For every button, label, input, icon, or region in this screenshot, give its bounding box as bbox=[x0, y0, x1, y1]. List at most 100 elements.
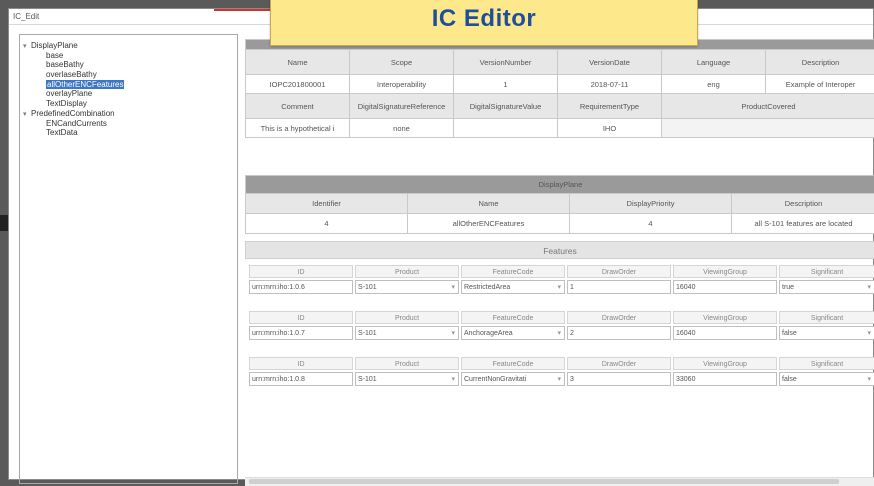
column-header: Name bbox=[408, 194, 570, 214]
feature-featureCode-select[interactable]: CurrentNonGravitati bbox=[461, 372, 565, 386]
field-value[interactable]: Interoperability bbox=[350, 75, 454, 94]
column-header: Scope bbox=[350, 50, 454, 75]
field-value[interactable]: IOPC201800001 bbox=[246, 75, 350, 94]
field-value[interactable] bbox=[662, 119, 874, 138]
tree-item[interactable]: overlaseBathy bbox=[20, 70, 237, 80]
feature-field-label: DrawOrder bbox=[567, 265, 671, 278]
feature-field-label: Significant bbox=[779, 265, 874, 278]
tree-item-label: ENCandCurrents bbox=[46, 119, 107, 128]
column-header: DisplayPriority bbox=[570, 194, 732, 214]
column-header: ProductCovered bbox=[662, 94, 874, 119]
field-value[interactable]: Example of Interoper bbox=[766, 75, 874, 94]
tree-item-label: base bbox=[46, 51, 63, 60]
column-header: VersionDate bbox=[558, 50, 662, 75]
field-value[interactable]: eng bbox=[662, 75, 766, 94]
column-header: Name bbox=[246, 50, 350, 75]
feature-field-label: ID bbox=[249, 311, 353, 324]
field-value[interactable]: IHO bbox=[558, 119, 662, 138]
feature-field-label: Product bbox=[355, 265, 459, 278]
feature-drawOrder-input[interactable]: 1 bbox=[567, 280, 671, 294]
tree-item[interactable]: overlayPlane bbox=[20, 89, 237, 99]
column-header: RequirementType bbox=[558, 94, 662, 119]
horizontal-scrollbar[interactable] bbox=[245, 477, 874, 486]
tree-item-label: baseBathy bbox=[46, 60, 84, 69]
feature-field-label: ID bbox=[249, 265, 353, 278]
field-value[interactable]: 4 bbox=[246, 214, 408, 234]
field-value[interactable]: 1 bbox=[454, 75, 558, 94]
feature-row: ID urn:mrn:iho:1.0.8Product S-101FeatureCo… bbox=[249, 357, 874, 395]
tree-item-label: PredefinedCombination bbox=[31, 109, 115, 118]
tree-item[interactable]: ENCandCurrents bbox=[20, 119, 237, 129]
feature-row: ID urn:mrn:iho:1.0.7Product S-101FeatureCo… bbox=[249, 311, 874, 349]
feature-field-label: DrawOrder bbox=[567, 311, 671, 324]
column-header: Description bbox=[732, 194, 874, 214]
tree-item[interactable]: ▾DisplayPlane bbox=[20, 41, 237, 51]
feature-row: ID urn:mrn:iho:1.0.6Product S-101FeatureCo… bbox=[249, 265, 874, 303]
feature-id-input[interactable]: urn:mrn:iho:1.0.8 bbox=[249, 372, 353, 386]
feature-product-select[interactable]: S-101 bbox=[355, 280, 459, 294]
feature-significant-select[interactable]: true bbox=[779, 280, 874, 294]
tree-item-label: overlayPlane bbox=[46, 89, 92, 98]
column-header: DigitalSignatureValue bbox=[454, 94, 558, 119]
feature-field-label: Product bbox=[355, 311, 459, 324]
feature-product-select[interactable]: S-101 bbox=[355, 326, 459, 340]
feature-featureCode-select[interactable]: AnchorageArea bbox=[461, 326, 565, 340]
field-value[interactable]: 2018-07-11 bbox=[558, 75, 662, 94]
tree-item[interactable]: ▾PredefinedCombination bbox=[20, 109, 237, 119]
tree-item-label: overlaseBathy bbox=[46, 70, 97, 79]
field-value[interactable] bbox=[454, 119, 558, 138]
tree-item[interactable]: TextData bbox=[20, 128, 237, 138]
tree-item-label: DisplayPlane bbox=[31, 41, 78, 50]
tree-item[interactable]: allOtherENCFeatures bbox=[20, 80, 237, 90]
background-strip bbox=[0, 215, 8, 231]
feature-field-label: FeatureCode bbox=[461, 265, 565, 278]
feature-field-label: ViewingGroup bbox=[673, 265, 777, 278]
feature-significant-select[interactable]: false bbox=[779, 372, 874, 386]
field-value[interactable]: This is a hypothetical i bbox=[246, 119, 350, 138]
column-header: Description bbox=[766, 50, 874, 75]
field-value[interactable]: none bbox=[350, 119, 454, 138]
feature-significant-select[interactable]: false bbox=[779, 326, 874, 340]
feature-field-label: ID bbox=[249, 357, 353, 370]
tree-item-label: allOtherENCFeatures bbox=[46, 80, 124, 89]
feature-drawOrder-input[interactable]: 3 bbox=[567, 372, 671, 386]
feature-field-label: Product bbox=[355, 357, 459, 370]
displayplane-title: DisplayPlane bbox=[246, 176, 874, 194]
displayplane-table: DisplayPlane IdentifierNameDisplayPriori… bbox=[245, 175, 874, 234]
column-header: Comment bbox=[246, 94, 350, 119]
header-table: NameScopeVersionNumberVersionDateLanguag… bbox=[245, 39, 874, 138]
feature-field-label: ViewingGroup bbox=[673, 311, 777, 324]
feature-viewingGroup-input[interactable]: 33060 bbox=[673, 372, 777, 386]
field-value[interactable]: 4 bbox=[570, 214, 732, 234]
feature-field-label: FeatureCode bbox=[461, 311, 565, 324]
tree-item[interactable]: base bbox=[20, 51, 237, 61]
feature-id-input[interactable]: urn:mrn:iho:1.0.6 bbox=[249, 280, 353, 294]
features-title: Features bbox=[245, 241, 874, 259]
feature-viewingGroup-input[interactable]: 16040 bbox=[673, 280, 777, 294]
feature-product-select[interactable]: S-101 bbox=[355, 372, 459, 386]
feature-field-label: DrawOrder bbox=[567, 357, 671, 370]
expand-arrow-icon[interactable]: ▾ bbox=[23, 42, 31, 52]
feature-featureCode-select[interactable]: RestrictedArea bbox=[461, 280, 565, 294]
column-header: VersionNumber bbox=[454, 50, 558, 75]
expand-arrow-icon[interactable]: ▾ bbox=[23, 110, 31, 120]
feature-drawOrder-input[interactable]: 2 bbox=[567, 326, 671, 340]
background-accent bbox=[214, 9, 274, 11]
field-value[interactable]: allOtherENCFeatures bbox=[408, 214, 570, 234]
app-window: IC_Edit ▾DisplayPlanebasebaseBathyoverla… bbox=[8, 8, 874, 480]
feature-id-input[interactable]: urn:mrn:iho:1.0.7 bbox=[249, 326, 353, 340]
column-header: Identifier bbox=[246, 194, 408, 214]
field-value[interactable]: all S-101 features are located bbox=[732, 214, 874, 234]
column-header: DigitalSignatureReference bbox=[350, 94, 454, 119]
tree-item[interactable]: baseBathy bbox=[20, 60, 237, 70]
feature-viewingGroup-input[interactable]: 16040 bbox=[673, 326, 777, 340]
tree-item-label: TextDisplay bbox=[46, 99, 87, 108]
column-header: Language bbox=[662, 50, 766, 75]
detail-panel: NameScopeVersionNumberVersionDateLanguag… bbox=[245, 39, 874, 486]
structure-tree[interactable]: ▾DisplayPlanebasebaseBathyoverlaseBathya… bbox=[19, 34, 238, 484]
feature-field-label: ViewingGroup bbox=[673, 357, 777, 370]
feature-field-label: Significant bbox=[779, 311, 874, 324]
editor-title-banner: IC Editor bbox=[270, 0, 698, 46]
tree-item[interactable]: TextDisplay bbox=[20, 99, 237, 109]
feature-field-label: FeatureCode bbox=[461, 357, 565, 370]
